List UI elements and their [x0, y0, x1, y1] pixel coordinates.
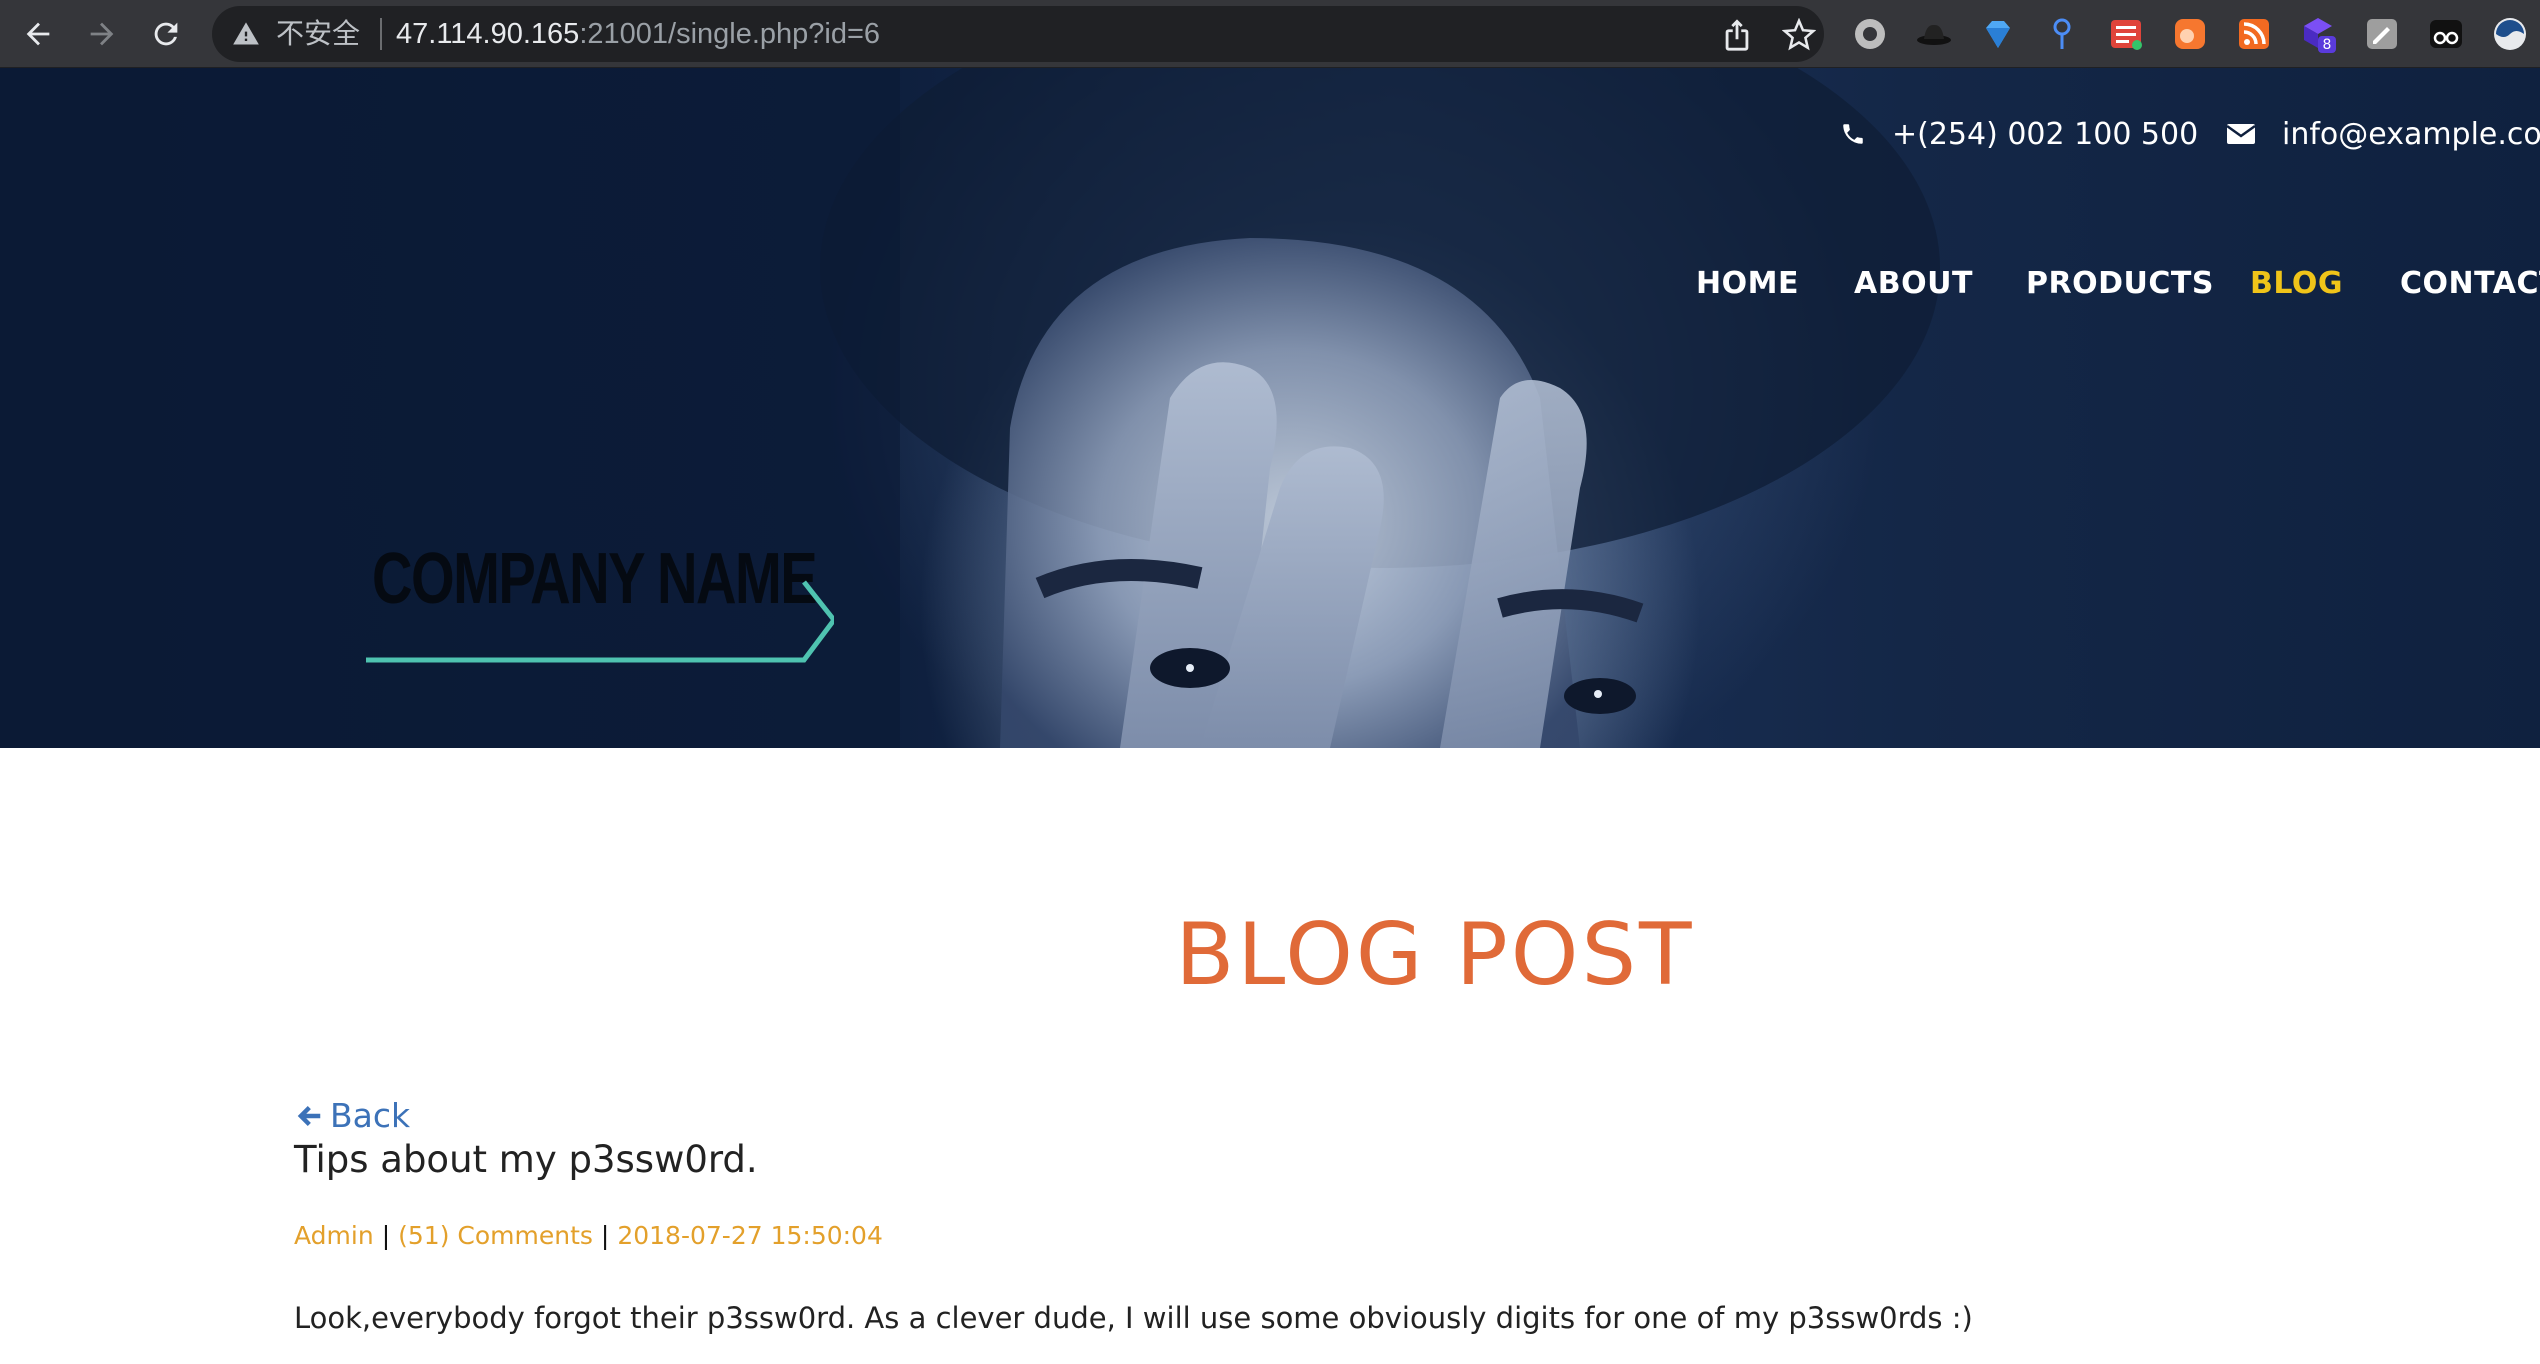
- post-meta: Admin | (51) Comments | 2018-07-27 15:50:04: [294, 1218, 883, 1254]
- rss-extension-icon[interactable]: [2234, 14, 2274, 54]
- post-title: Tips about my p3ssw0rd.: [294, 1138, 758, 1181]
- reload-icon[interactable]: [142, 10, 190, 58]
- profile-extension-icon[interactable]: [2490, 14, 2530, 54]
- nav-products[interactable]: PRODUCTS: [2026, 262, 2214, 306]
- extension-badge: 8: [2322, 37, 2332, 53]
- phone-contact[interactable]: +(254) 002 100 500: [1840, 112, 2198, 156]
- address-bar[interactable]: 不安全 47.114.90.165:21001/single.php?id=6: [212, 6, 1824, 62]
- logo-chevron-icon: [366, 580, 834, 663]
- post-author[interactable]: Admin: [294, 1221, 374, 1250]
- email-address: info@example.com: [2282, 116, 2540, 152]
- browser-toolbar: 不安全 47.114.90.165:21001/single.php?id=6 …: [0, 0, 2540, 68]
- star-icon[interactable]: [1782, 18, 1816, 52]
- gem-extension-icon[interactable]: [1978, 14, 2018, 54]
- back-arrow-icon[interactable]: [14, 10, 62, 58]
- pin-extension-icon[interactable]: [2042, 14, 2082, 54]
- forward-arrow-icon[interactable]: [78, 10, 126, 58]
- glasses-extension-icon[interactable]: [2426, 14, 2466, 54]
- nav-home[interactable]: HOME: [1696, 262, 1799, 306]
- hat-extension-icon[interactable]: [1914, 14, 1954, 54]
- meta-separator: |: [381, 1221, 391, 1250]
- warning-icon: [233, 22, 259, 45]
- envelope-icon: [2226, 124, 2256, 144]
- phone-number: +(254) 002 100 500: [1892, 116, 2199, 152]
- post-date: 2018-07-27 15:50:04: [617, 1221, 883, 1250]
- list-extension-icon[interactable]: [2106, 14, 2146, 54]
- nav-about[interactable]: ABOUT: [1854, 262, 1973, 306]
- record-extension-icon[interactable]: [1850, 14, 1890, 54]
- hero-banner: +(254) 002 100 500 info@example.com HOME…: [0, 68, 2540, 748]
- nav-blog[interactable]: BLOG: [2250, 262, 2343, 306]
- edit-extension-icon[interactable]: [2362, 14, 2402, 54]
- url-text[interactable]: 47.114.90.165:21001/single.php?id=6: [396, 16, 880, 52]
- back-link[interactable]: Back: [294, 1096, 410, 1136]
- back-label: Back: [330, 1096, 411, 1135]
- address-separator: [380, 18, 382, 50]
- back-arrow-icon: [297, 1106, 321, 1126]
- company-logo[interactable]: COMPANY NAME: [364, 502, 834, 672]
- nav-contact[interactable]: CONTACT: [2400, 262, 2540, 306]
- security-label[interactable]: 不安全: [276, 18, 360, 50]
- page-title: BLOG POST: [1175, 905, 1695, 1005]
- post-body: Look,everybody forgot their p3ssw0rd. As…: [294, 1301, 1973, 1335]
- phone-icon: [1843, 124, 1863, 144]
- share-icon[interactable]: [1720, 18, 1754, 52]
- email-contact[interactable]: info@example.com: [2226, 112, 2540, 156]
- orange-extension-icon[interactable]: [2170, 14, 2210, 54]
- meta-separator: |: [600, 1221, 610, 1250]
- post-comments[interactable]: (51) Comments: [398, 1221, 593, 1250]
